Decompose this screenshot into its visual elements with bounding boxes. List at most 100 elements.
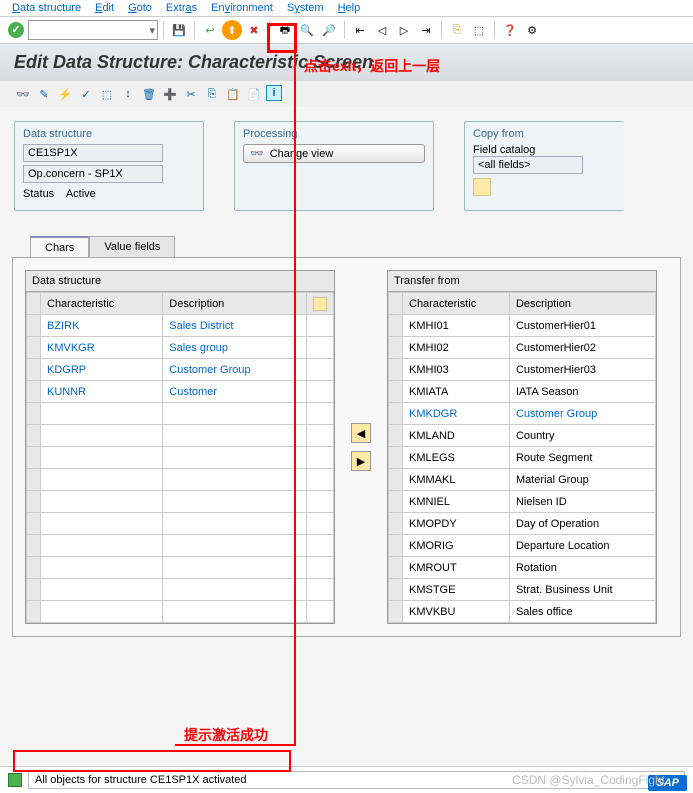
desc-cell[interactable]: CustomerHier02 [509,337,655,359]
command-field[interactable] [28,20,158,40]
shortcut-icon[interactable]: ⬚ [469,20,489,40]
desc-cell[interactable]: IATA Season [509,381,655,403]
row-header[interactable] [389,425,403,447]
row-header[interactable] [389,381,403,403]
row-header[interactable] [389,337,403,359]
char-cell[interactable]: KMLAND [403,425,510,447]
sort-icon[interactable]: ↕ [119,85,137,103]
char-cell[interactable]: KDGRP [41,359,163,381]
row-header[interactable] [389,359,403,381]
char-cell[interactable]: KMNIEL [403,491,510,513]
desc-cell[interactable]: Customer Group [509,403,655,425]
first-page-icon[interactable]: ⇤ [350,20,370,40]
row-header[interactable] [27,381,41,403]
char-cell[interactable]: KMORIG [403,535,510,557]
where-used-icon[interactable]: ⬚ [98,85,116,103]
cancel-icon[interactable]: ✖ [244,20,264,40]
log-icon[interactable]: 📄 [245,85,263,103]
desc-cell[interactable]: Material Group [509,469,655,491]
display-icon[interactable]: 👓 [14,85,32,103]
desc-cell[interactable]: Customer [163,381,307,403]
move-left-button[interactable]: ◀ [351,423,371,443]
info-icon[interactable]: i [266,85,282,101]
find-next-icon[interactable]: 🔎 [319,20,339,40]
desc-cell[interactable]: Sales District [163,315,307,337]
row-header[interactable] [389,491,403,513]
col-characteristic[interactable]: Characteristic [41,293,163,315]
desc-cell[interactable]: Sales office [509,601,655,623]
copy-icon[interactable]: ⎘ [203,85,221,103]
structure-name-field[interactable]: CE1SP1X [23,144,163,162]
menu-data-structure[interactable]: Data structure [12,2,81,14]
row-header[interactable] [389,557,403,579]
layout-icon[interactable]: ⚙ [522,20,542,40]
char-cell[interactable]: KMROUT [403,557,510,579]
char-cell[interactable]: KUNNR [41,381,163,403]
activate-icon[interactable]: ⚡ [56,85,74,103]
print-icon[interactable]: 🖶 [275,20,295,40]
exit-icon[interactable]: ⬆ [222,20,242,40]
cut-icon[interactable]: ✂ [182,85,200,103]
desc-cell[interactable]: Country [509,425,655,447]
char-cell[interactable]: KMLEGS [403,447,510,469]
menu-environment[interactable]: Environment [211,2,273,14]
char-cell[interactable]: KMHI03 [403,359,510,381]
char-cell[interactable]: KMOPDY [403,513,510,535]
save-icon[interactable]: 💾 [169,20,189,40]
char-cell[interactable]: BZIRK [41,315,163,337]
char-cell[interactable]: KMVKGR [41,337,163,359]
row-header[interactable] [389,469,403,491]
menu-goto[interactable]: Goto [128,2,152,14]
desc-cell[interactable]: Customer Group [163,359,307,381]
menu-extras[interactable]: Extras [166,2,197,14]
next-page-icon[interactable]: ▷ [394,20,414,40]
config-icon[interactable] [313,297,327,311]
row-header[interactable] [27,337,41,359]
desc-cell[interactable]: Rotation [509,557,655,579]
desc-cell[interactable]: CustomerHier03 [509,359,655,381]
char-cell[interactable]: KMHI01 [403,315,510,337]
row-header[interactable] [389,601,403,623]
back-icon[interactable]: ↩ [200,20,220,40]
prev-page-icon[interactable]: ◁ [372,20,392,40]
tab-value-fields[interactable]: Value fields [89,236,175,258]
last-page-icon[interactable]: ⇥ [416,20,436,40]
filter-icon[interactable] [473,178,491,196]
menu-edit[interactable]: Edit [95,2,114,14]
check-icon[interactable]: ✓ [77,85,95,103]
col-description[interactable]: Description [163,293,307,315]
row-header[interactable] [389,403,403,425]
insert-icon[interactable]: ➕ [161,85,179,103]
desc-cell[interactable]: Strat. Business Unit [509,579,655,601]
row-header[interactable] [389,579,403,601]
desc-cell[interactable]: Day of Operation [509,513,655,535]
paste-icon[interactable]: 📋 [224,85,242,103]
col-characteristic[interactable]: Characteristic [403,293,510,315]
change-icon[interactable]: ✎ [35,85,53,103]
col-description[interactable]: Description [509,293,655,315]
char-cell[interactable]: KMSTGE [403,579,510,601]
char-cell[interactable]: KMKDGR [403,403,510,425]
row-header[interactable] [389,513,403,535]
char-cell[interactable]: KMHI02 [403,337,510,359]
char-cell[interactable]: KMVKBU [403,601,510,623]
row-header[interactable] [27,315,41,337]
op-concern-field[interactable]: Op.concern - SP1X [23,165,163,183]
char-cell[interactable]: KMIATA [403,381,510,403]
desc-cell[interactable]: Route Segment [509,447,655,469]
change-view-button[interactable]: 👓 Change view [243,144,425,163]
tab-chars[interactable]: Chars [30,236,89,258]
row-header[interactable] [389,315,403,337]
move-right-button[interactable]: ▶ [351,451,371,471]
find-icon[interactable]: 🔍 [297,20,317,40]
desc-cell[interactable]: Nielsen ID [509,491,655,513]
field-catalog-select[interactable]: <all fields> [473,156,583,174]
row-header[interactable] [389,535,403,557]
new-session-icon[interactable]: ⎘ [447,20,467,40]
menu-system[interactable]: System [287,2,324,14]
enter-button[interactable]: ✓ [6,20,26,40]
delete-icon[interactable]: 🗑 [140,85,158,103]
row-header[interactable] [389,447,403,469]
desc-cell[interactable]: CustomerHier01 [509,315,655,337]
row-header[interactable] [27,359,41,381]
